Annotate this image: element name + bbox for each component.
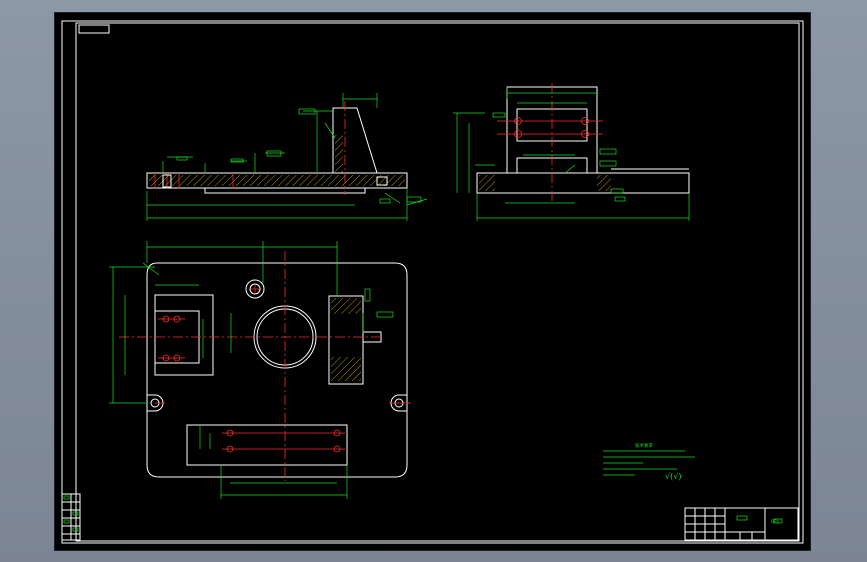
inner-border: [75, 22, 800, 542]
front-view: [146, 93, 428, 221]
tech-notes-heading: 技术要求: [635, 442, 653, 449]
drawing-viewport[interactable]: REV 技术要求 √(√): [55, 13, 810, 550]
cad-drawing: REV 技术要求 √(√): [61, 20, 804, 544]
top-view: [109, 241, 411, 499]
outer-border: [61, 20, 804, 544]
top-left-label-box: [78, 24, 110, 34]
title-block-label: REV: [771, 519, 779, 524]
side-view: [453, 83, 690, 221]
surface-finish-symbol: √(√): [665, 472, 681, 481]
left-revision-column: [61, 493, 81, 541]
title-block: [684, 507, 799, 541]
